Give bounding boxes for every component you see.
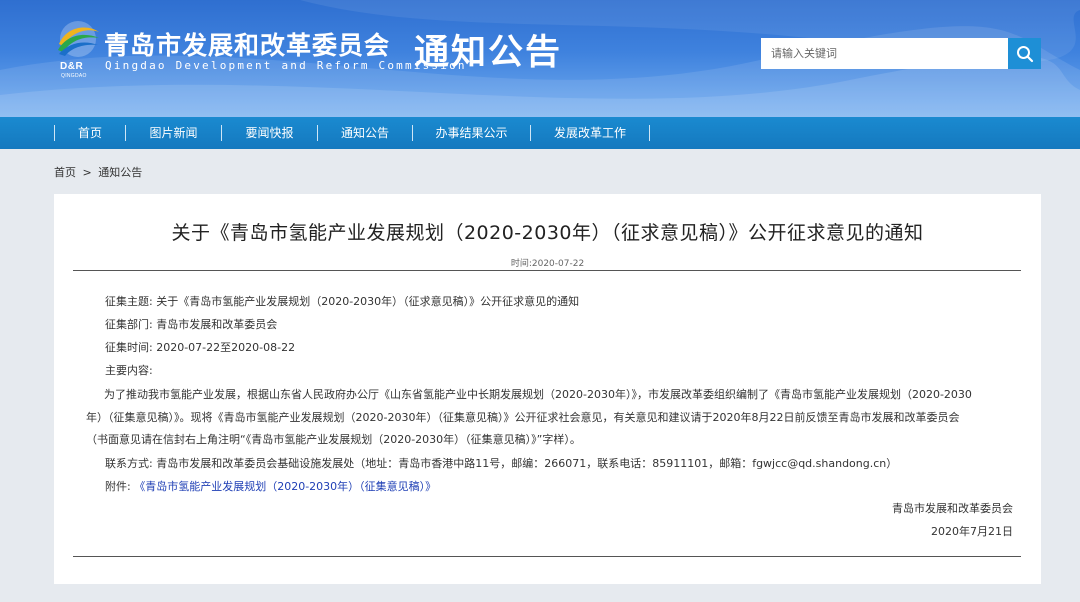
site-name-chinese: 青岛市发展和改革委员会	[104, 31, 391, 60]
subject-label: 征集主题:	[105, 295, 153, 308]
breadcrumb-current[interactable]: 通知公告	[98, 166, 142, 179]
attachment-row: 附件: 《青岛市氢能产业发展规划（2020-2030年）（征集意见稿）》	[105, 478, 436, 494]
period-row: 征集时间: 2020-07-22至2020-08-22	[105, 339, 295, 355]
logo-dr-text: D&R	[60, 61, 84, 72]
nav-item-news-flash[interactable]: 要闻快报	[222, 117, 317, 149]
contact-value: 青岛市发展和改革委员会基础设施发展处（地址：青岛市香港中路11号，邮编：2660…	[156, 457, 898, 470]
attachment-label: 附件:	[105, 480, 131, 493]
site-name-english: Qingdao Development and Reform Commissio…	[105, 59, 467, 72]
subject-row: 征集主题: 关于《青岛市氢能产业发展规划（2020-2030年）（征求意见稿）》…	[105, 293, 579, 309]
search-icon	[1016, 45, 1033, 62]
content-label: 主要内容:	[105, 364, 153, 377]
article-card: 关于《青岛市氢能产业发展规划（2020-2030年）（征求意见稿）》公开征求意见…	[54, 194, 1041, 584]
divider	[73, 556, 1021, 557]
article-body: 为了推动我市氢能产业发展，根据山东省人民政府办公厅《山东省氢能产业中长期发展规划…	[86, 384, 1016, 452]
main-nav: 首页 图片新闻 要闻快报 通知公告 办事结果公示 发展改革工作	[0, 117, 1080, 149]
site-header: D&R QINGDAO 青岛市发展和改革委员会 Qingdao Developm…	[0, 0, 1080, 117]
search-button[interactable]	[1008, 38, 1041, 69]
body-line-2: 年）（征集意见稿）》。现将《青岛市氢能产业发展规划（2020-2030年）（征集…	[86, 410, 960, 424]
body-line-3: （书面意见请在信封右上角注明“《青岛市氢能产业发展规划（2020-2030年）（…	[86, 433, 581, 447]
search-input[interactable]	[761, 38, 1008, 69]
dept-row: 征集部门: 青岛市发展和改革委员会	[105, 316, 277, 332]
breadcrumb-home[interactable]: 首页	[54, 166, 76, 179]
article-time: 时间:2020-07-22	[510, 259, 585, 269]
divider	[73, 270, 1021, 271]
attachment-link[interactable]: 《青岛市氢能产业发展规划（2020-2030年）（征集意见稿）》	[134, 480, 436, 493]
nav-item-home[interactable]: 首页	[55, 117, 125, 149]
contact-label: 联系方式:	[105, 457, 153, 470]
logo-qingdao-text: QINGDAO	[61, 73, 87, 79]
period-label: 征集时间:	[105, 341, 153, 354]
article-title: 关于《青岛市氢能产业发展规划（2020-2030年）（征求意见稿）》公开征求意见…	[171, 222, 924, 244]
subject-value: 关于《青岛市氢能产业发展规划（2020-2030年）（征求意见稿）》公开征求意见…	[156, 295, 580, 308]
breadcrumb: 首页 > 通知公告	[54, 164, 142, 180]
nav-separator	[649, 125, 650, 141]
nav-item-reform-work[interactable]: 发展改革工作	[531, 117, 649, 149]
breadcrumb-separator: >	[82, 166, 92, 179]
signature-org: 青岛市发展和改革委员会	[892, 502, 1013, 515]
nav-item-results[interactable]: 办事结果公示	[413, 117, 530, 149]
dept-label: 征集部门:	[105, 318, 153, 331]
period-value: 2020-07-22至2020-08-22	[156, 341, 296, 354]
signature-date: 2020年7月21日	[931, 525, 1013, 538]
section-title: 通知公告	[414, 33, 563, 73]
body-line-1: 为了推动我市氢能产业发展，根据山东省人民政府办公厅《山东省氢能产业中长期发展规划…	[104, 388, 972, 401]
dept-value: 青岛市发展和改革委员会	[156, 318, 278, 331]
logo-icon	[58, 21, 99, 57]
contact-row: 联系方式: 青岛市发展和改革委员会基础设施发展处（地址：青岛市香港中路11号，邮…	[105, 455, 897, 471]
nav-item-photo-news[interactable]: 图片新闻	[126, 117, 221, 149]
nav-item-notices[interactable]: 通知公告	[318, 117, 412, 149]
